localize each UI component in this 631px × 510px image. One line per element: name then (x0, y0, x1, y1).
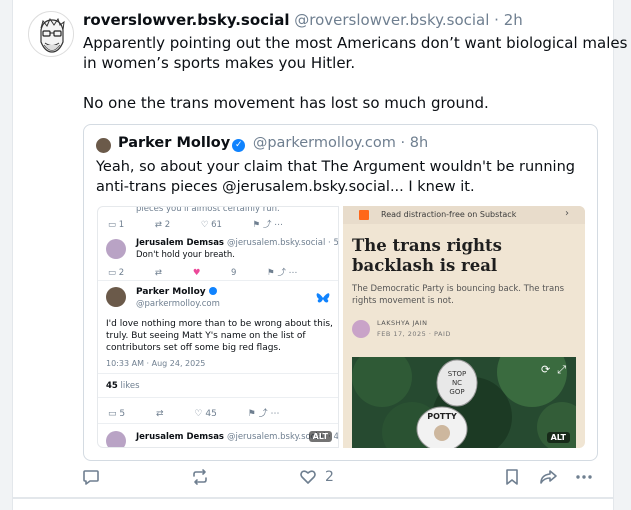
next-post-card[interactable] (12, 498, 614, 510)
reply-button[interactable] (82, 468, 100, 486)
separator: · (400, 135, 406, 151)
like-count: 2 (325, 469, 334, 485)
substack-banner: Read distraction-free on Substack › (343, 206, 585, 224)
main-author-name: Parker Molloy (136, 287, 217, 297)
bookmark-icon (506, 469, 518, 485)
verified-check-icon: ✓ (232, 139, 246, 152)
quote-time: 8h (409, 135, 429, 151)
main-author-handle: @parkermolloy.com (136, 299, 220, 309)
article-author: LAKSHYA JAIN (377, 319, 428, 327)
quote-text-line: anti-trans pieces @jerusalem.bsky.social… (96, 179, 475, 195)
mini-like-icon: ♡ 61 (200, 220, 222, 230)
sign-text: GOP (449, 388, 464, 396)
divider (98, 423, 338, 424)
reply-icon (83, 470, 99, 485)
reply-author: Jerusalem Demsas @jerusalem.bsky.social … (136, 238, 339, 248)
bluesky-butterfly-icon (316, 293, 330, 303)
refresh-icon: ⟳ (540, 363, 551, 376)
mini-action-row: ▭ 5 ⇄ ♡ 45 ⚑ ⤴ ⋯ (108, 406, 307, 419)
mini-more-icon: ⚑ ⤴ ⋯ (267, 268, 298, 278)
article-photo: STOP NC GOP POTTY ⟳ ⤢ ALT (352, 357, 576, 448)
embedded-image-thread-screenshot[interactable]: pieces you'll almost certainly run. ▭ 1 … (97, 206, 339, 448)
mini-reply-icon: ▭ 5 (108, 409, 126, 419)
post-header: roverslowver.bsky.social @roverslowver.b… (83, 11, 523, 29)
mini-repost-icon: ⇄ (154, 268, 162, 278)
expand-icon: ⤢ (557, 363, 566, 376)
article-date: FEB 17, 2025 · PAID (377, 330, 451, 338)
quote-text: Yeah, so about your claim that The Argum… (96, 157, 591, 197)
article-author-avatar (352, 320, 370, 338)
mini-reply-icon: ▭ 1 (108, 220, 125, 230)
sign-text: NC (452, 379, 462, 387)
post-text-line: Apparently pointing out the most America… (83, 34, 628, 52)
embedded-image-article-screenshot[interactable]: Read distraction-free on Substack › The … (343, 206, 585, 448)
post-time[interactable]: 2h (504, 11, 523, 29)
divider (98, 373, 338, 374)
main-text-line: contributors set off some big red flags. (106, 343, 281, 353)
mini-like-icon: ♥ 9 (192, 268, 237, 278)
mini-repost-icon: ⇄ 2 (154, 220, 171, 230)
author-name[interactable]: roverslowver.bsky.social (83, 11, 289, 29)
substack-icon (359, 210, 369, 220)
repost-icon (193, 469, 207, 485)
more-icon (576, 475, 592, 479)
sign-text: STOP (448, 370, 466, 378)
mini-more-icon: ⚑ ⤴ ⋯ (252, 220, 283, 230)
separator: · (494, 11, 499, 29)
alt-badge[interactable]: ALT (308, 431, 332, 442)
share-button[interactable] (538, 468, 558, 486)
bookmark-button[interactable] (503, 468, 521, 486)
author-avatar[interactable] (28, 11, 74, 57)
main-timestamp: 10:33 AM · Aug 24, 2025 (106, 359, 206, 368)
mini-action-row: ▭ 1 ⇄ 2 ♡ 61 ⚑ ⤴ ⋯ (108, 218, 311, 230)
mini-avatar (106, 287, 126, 307)
post-text-line: in women’s sports makes you Hitler. (83, 54, 356, 72)
mini-avatar (106, 239, 126, 259)
author-handle[interactable]: @roverslowver.bsky.social (294, 11, 489, 29)
chevron-right-icon: › (565, 208, 569, 219)
quote-header: Parker Molloy ✓ @parkermolloy.com · 8h (118, 135, 428, 152)
post-action-bar: 2 (80, 468, 600, 492)
mini-repost-icon: ⇄ (155, 409, 164, 419)
share-icon (540, 470, 557, 484)
like-button[interactable]: 2 (299, 468, 334, 486)
mini-reply-icon: ▭ 2 (108, 268, 125, 278)
more-options-button[interactable] (575, 468, 593, 486)
mini-like-icon: ♡ 45 (194, 409, 217, 419)
substack-banner-text: Read distraction-free on Substack (381, 210, 517, 219)
divider (98, 280, 338, 281)
likes-count: 45 likes (106, 381, 140, 391)
main-text-line: I'd love nothing more than to be wrong a… (106, 319, 333, 329)
reply-text: Don't hold your breath. (136, 250, 235, 260)
mini-avatar (106, 431, 126, 447)
mini-action-row: ▭ 2 ⇄ ♥ 9 ⚑ ⤴ ⋯ (108, 266, 325, 278)
article-title: The trans rights backlash is real (352, 236, 502, 275)
post-text-line: No one the trans movement has lost so mu… (83, 94, 489, 112)
quote-author-avatar[interactable] (96, 138, 111, 153)
article-subtitle: The Democratic Party is bouncing back. T… (352, 284, 565, 306)
quoted-post[interactable]: Parker Molloy ✓ @parkermolloy.com · 8h Ye… (83, 124, 598, 461)
quote-author-name[interactable]: Parker Molloy (118, 135, 230, 151)
main-text-line: truly. But seeing Matt Y's name on the l… (106, 331, 306, 341)
sign-text: POTTY (427, 412, 457, 421)
quote-author-handle[interactable]: @parkermolloy.com (253, 135, 396, 151)
mini-more-icon: ⚑ ⤴ ⋯ (247, 409, 280, 419)
heart-icon (300, 470, 316, 484)
photo-icons: ⟳ ⤢ (541, 363, 566, 377)
repost-button[interactable] (191, 468, 209, 486)
alt-badge[interactable]: ALT (546, 432, 570, 443)
divider (98, 397, 338, 398)
quote-text-line: Yeah, so about your claim that The Argum… (96, 159, 575, 175)
snippet-text: pieces you'll almost certainly run. (136, 206, 280, 214)
